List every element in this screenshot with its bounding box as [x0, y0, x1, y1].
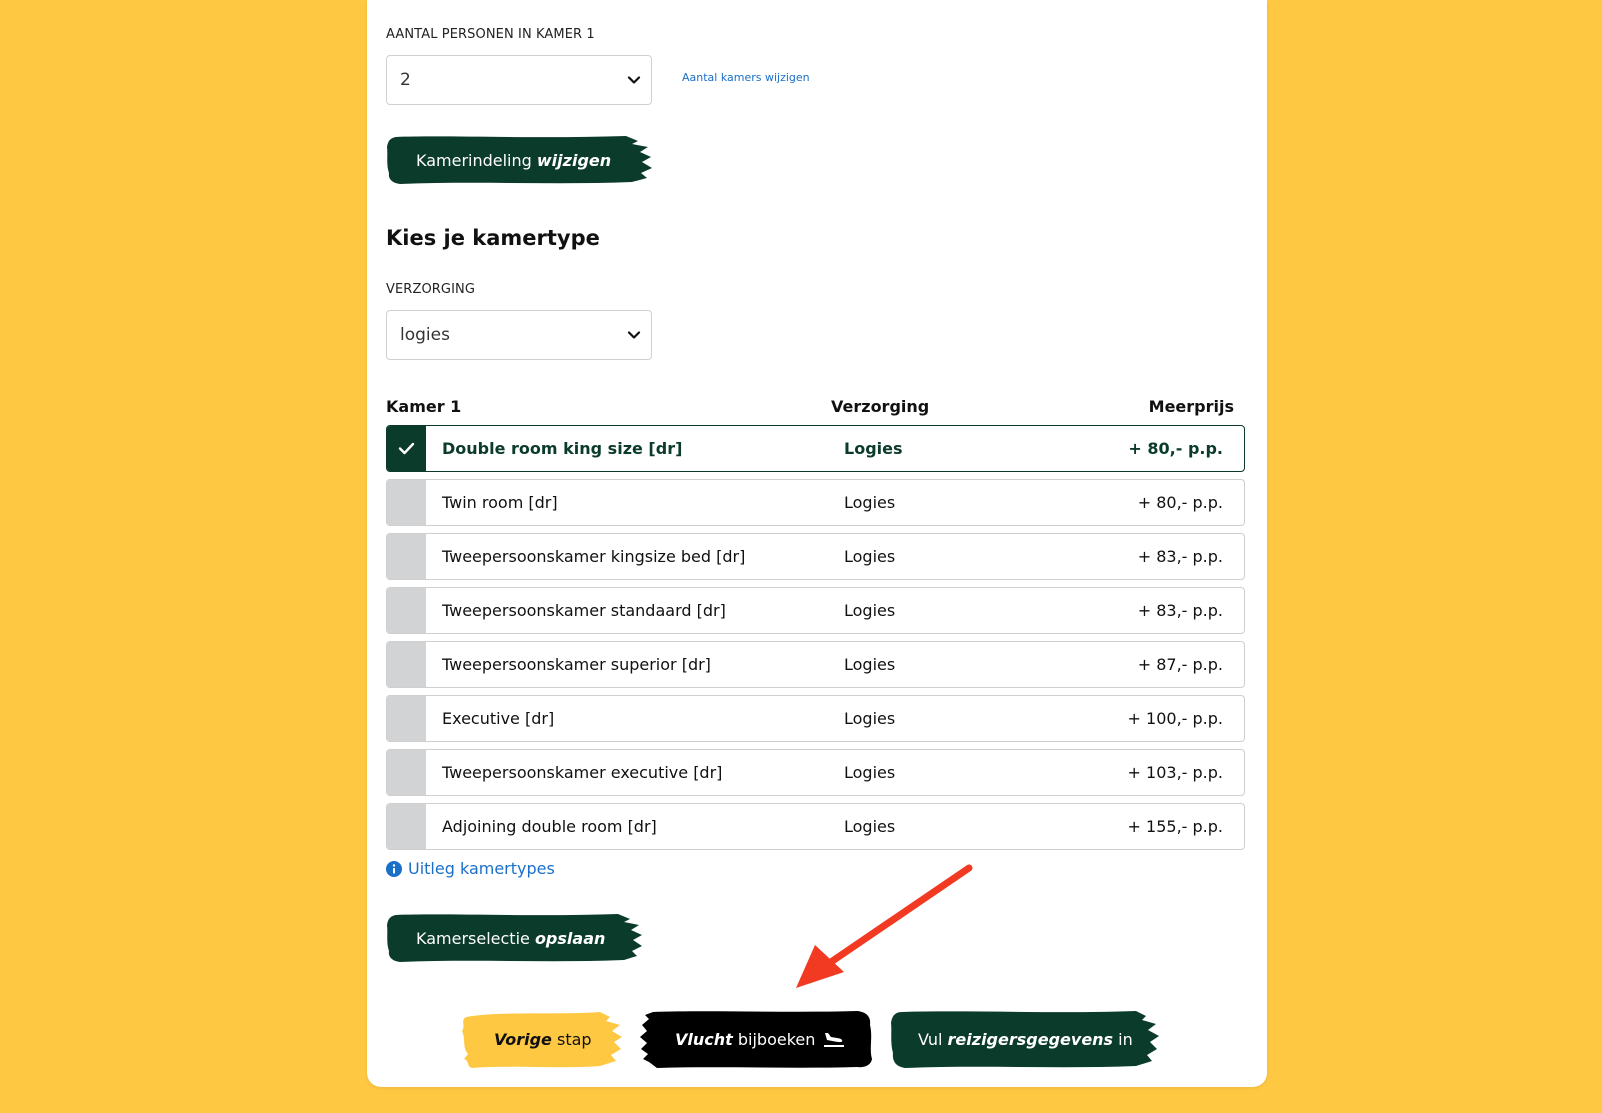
chevron-down-icon [627, 76, 641, 84]
room-checkbox[interactable] [387, 642, 426, 687]
room-care: Logies [844, 601, 896, 620]
room-name: Tweepersoonskamer standaard [dr] [442, 601, 726, 620]
room-price: + 100,- p.p. [1127, 709, 1223, 728]
room-name: Twin room [dr] [442, 493, 558, 512]
book-flight-label: Vlucht bijboeken [675, 1029, 816, 1049]
room-care: Logies [844, 547, 896, 566]
room-care: Logies [844, 439, 903, 458]
previous-step-label: Vorige stap [494, 1029, 592, 1049]
room-row[interactable]: Tweepersoonskamer executive [dr] Logies … [386, 749, 1245, 796]
save-selection-button[interactable]: Kamerselectie opslaan [386, 913, 642, 963]
care-label: VERZORGING [386, 282, 476, 297]
booking-card: AANTAL PERSONEN IN KAMER 1 2 Aantal kame… [367, 0, 1267, 1087]
column-header-price: Meerprijs [1148, 397, 1234, 416]
room-price: + 80,- p.p. [1137, 493, 1223, 512]
room-row[interactable]: Executive [dr] Logies + 100,- p.p. [386, 695, 1245, 742]
section-title: Kies je kamertype [386, 226, 600, 250]
room-checkbox[interactable] [387, 480, 426, 525]
fill-traveler-details-label: Vul reizigersgegevens in [918, 1029, 1133, 1049]
column-header-room: Kamer 1 [386, 397, 462, 416]
fill-traveler-details-button[interactable]: Vul reizigersgegevens in [890, 1009, 1159, 1069]
room-price: + 80,- p.p. [1128, 439, 1223, 458]
previous-step-button[interactable]: Vorige stap [460, 1009, 622, 1069]
room-care: Logies [844, 655, 896, 674]
room-name: Tweepersoonskamer executive [dr] [442, 763, 723, 782]
room-price: + 103,- p.p. [1127, 763, 1223, 782]
chevron-down-icon [627, 331, 641, 339]
room-care: Logies [844, 493, 896, 512]
room-checkbox[interactable] [387, 426, 426, 471]
plane-landing-icon [824, 1033, 844, 1047]
room-row[interactable]: Adjoining double room [dr] Logies + 155,… [386, 803, 1245, 850]
check-icon [398, 442, 415, 455]
room-checkbox[interactable] [387, 588, 426, 633]
change-rooms-link[interactable]: Aantal kamers wijzigen [682, 71, 810, 84]
room-row[interactable]: Tweepersoonskamer kingsize bed [dr] Logi… [386, 533, 1245, 580]
room-checkbox[interactable] [387, 696, 426, 741]
room-row[interactable]: Double room king size [dr] Logies + 80,-… [386, 425, 1245, 472]
room-price: + 155,- p.p. [1127, 817, 1223, 836]
change-layout-label: Kamerindeling wijzigen [416, 150, 612, 170]
info-icon [386, 860, 402, 877]
room-care: Logies [844, 763, 896, 782]
room-types-info-link[interactable]: Uitleg kamertypes [386, 859, 555, 878]
room-checkbox[interactable] [387, 534, 426, 579]
room-name: Adjoining double room [dr] [442, 817, 657, 836]
room-name: Tweepersoonskamer kingsize bed [dr] [442, 547, 746, 566]
room-care: Logies [844, 817, 896, 836]
room-price: + 87,- p.p. [1137, 655, 1223, 674]
save-selection-label: Kamerselectie opslaan [416, 928, 606, 948]
persons-label: AANTAL PERSONEN IN KAMER 1 [386, 27, 595, 42]
room-types-info-label: Uitleg kamertypes [408, 859, 555, 878]
care-select-value: logies [400, 325, 450, 345]
room-care: Logies [844, 709, 896, 728]
room-checkbox[interactable] [387, 750, 426, 795]
room-name: Tweepersoonskamer superior [dr] [442, 655, 711, 674]
room-name: Executive [dr] [442, 709, 555, 728]
persons-select-value: 2 [400, 70, 411, 90]
room-row[interactable]: Twin room [dr] Logies + 80,- p.p. [386, 479, 1245, 526]
room-row[interactable]: Tweepersoonskamer standaard [dr] Logies … [386, 587, 1245, 634]
room-price: + 83,- p.p. [1137, 547, 1223, 566]
room-row[interactable]: Tweepersoonskamer superior [dr] Logies +… [386, 641, 1245, 688]
persons-select[interactable]: 2 [386, 55, 652, 105]
room-name: Double room king size [dr] [442, 439, 683, 458]
room-checkbox[interactable] [387, 804, 426, 849]
care-select[interactable]: logies [386, 310, 652, 360]
room-price: + 83,- p.p. [1137, 601, 1223, 620]
change-layout-button[interactable]: Kamerindeling wijzigen [386, 135, 652, 185]
book-flight-button[interactable]: Vlucht bijboeken [639, 1009, 873, 1069]
column-header-care: Verzorging [831, 397, 930, 416]
